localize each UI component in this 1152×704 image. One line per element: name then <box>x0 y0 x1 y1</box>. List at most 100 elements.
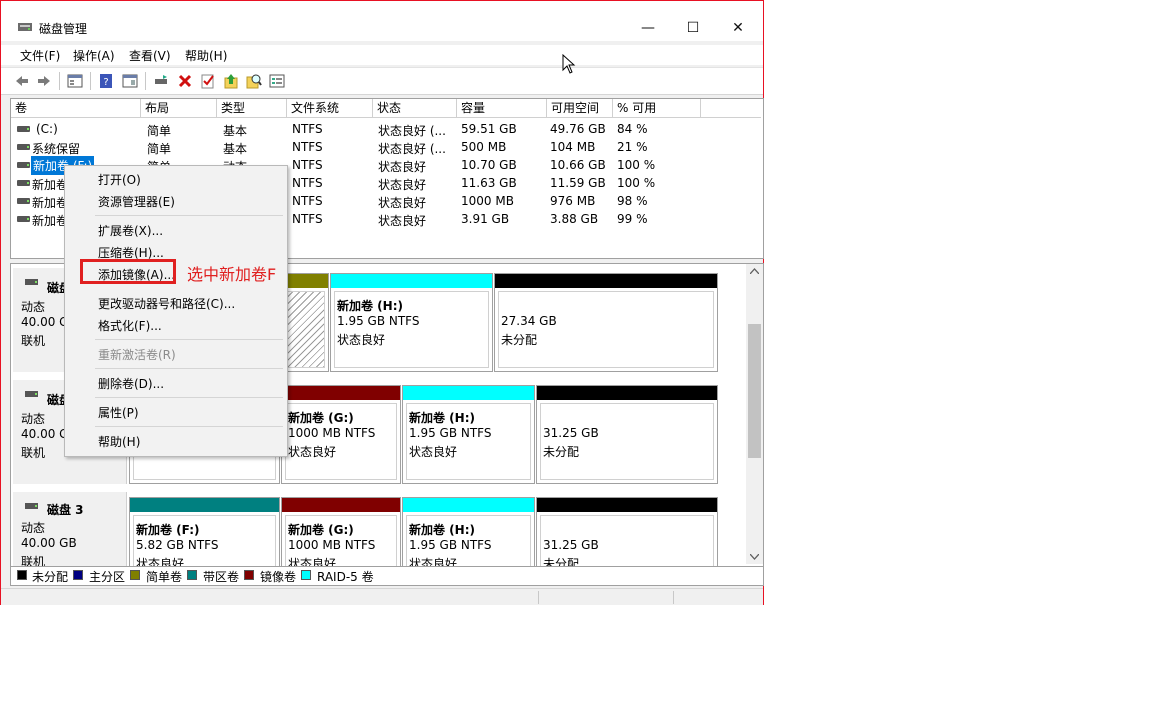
scroll-up-icon[interactable] <box>750 268 759 274</box>
legend-label: 未分配 <box>32 570 69 584</box>
scroll-thumb[interactable] <box>748 324 761 458</box>
partition-raid5-h[interactable]: 新加卷 (H:) 1.95 GB NTFS 状态良好 <box>402 385 535 484</box>
menu-extend-volume[interactable]: 扩展卷(X)... <box>98 222 163 239</box>
partition-mirror-g[interactable]: 新加卷 (G:) 1000 MB NTFS 状态良好 <box>281 385 401 484</box>
mouse-cursor-icon <box>562 54 576 74</box>
cell-volume: (C:) <box>36 122 58 136</box>
col-header-percent-free[interactable]: % 可用 <box>613 99 701 118</box>
menu-change-drive-letter[interactable]: 更改驱动器号和路径(C)... <box>98 295 235 312</box>
partition-name: 新加卷 (H:) <box>409 523 475 537</box>
col-header-free-space[interactable]: 可用空间 <box>547 99 613 118</box>
cell-filesystem: NTFS <box>292 122 323 136</box>
cell-type: 基本 <box>223 124 248 138</box>
menu-file[interactable]: 文件(F) <box>20 47 60 64</box>
menu-help-item[interactable]: 帮助(H) <box>98 433 140 450</box>
col-header-filesystem[interactable]: 文件系统 <box>287 99 373 118</box>
drive-icon <box>17 162 30 168</box>
partition-name: 新加卷 (H:) <box>409 411 475 425</box>
menu-delete-volume[interactable]: 删除卷(D)... <box>98 375 164 392</box>
cell-status: 状态良好 <box>378 214 427 228</box>
table-row[interactable]: 系统保留 简单 基本 NTFS 状态良好 (... 500 MB 104 MB … <box>11 138 761 156</box>
partition-size: 31.25 GB <box>543 426 599 440</box>
legend-swatch <box>73 570 83 580</box>
maximize-button[interactable]: ☐ <box>670 15 716 41</box>
menu-action[interactable]: 操作(A) <box>73 47 115 64</box>
partition-unallocated[interactable]: 31.25 GB 未分配 <box>536 497 718 566</box>
legend-label: 简单卷 <box>146 570 183 584</box>
drive-icon <box>17 216 30 222</box>
cell-volume: 系统保留 <box>32 142 81 156</box>
partition-unallocated[interactable]: 31.25 GB 未分配 <box>536 385 718 484</box>
console-icon[interactable] <box>122 73 138 89</box>
partition-color-bar <box>403 498 534 512</box>
drive-icon <box>17 126 30 132</box>
partition-unallocated[interactable]: 27.34 GB 未分配 <box>494 273 718 372</box>
disk-pane-scrollbar[interactable] <box>746 264 763 564</box>
col-header-type[interactable]: 类型 <box>217 99 287 118</box>
partition-raid5-h[interactable]: 新加卷 (H:) 1.95 GB NTFS 状态良好 <box>402 497 535 566</box>
partition-raid5-h[interactable]: 新加卷 (H:) 1.95 GB NTFS 状态良好 <box>330 273 493 372</box>
help-icon[interactable]: ? <box>98 73 114 89</box>
menu-help[interactable]: 帮助(H) <box>185 47 227 64</box>
search-icon[interactable] <box>246 73 262 89</box>
legend-swatch <box>187 570 197 580</box>
partition-color-bar <box>537 386 717 400</box>
cell-free-space: 976 MB <box>550 194 596 208</box>
disk-status: 联机 <box>21 446 46 460</box>
partition-name: 新加卷 (G:) <box>288 523 354 537</box>
scroll-down-icon[interactable] <box>750 554 759 560</box>
menu-properties[interactable]: 属性(P) <box>98 404 139 421</box>
cell-filesystem: NTFS <box>292 140 323 154</box>
close-button[interactable]: ✕ <box>715 15 761 41</box>
partition-color-bar <box>403 386 534 400</box>
cell-free-space: 49.76 GB <box>550 122 606 136</box>
partition-status: 状态良好 <box>337 333 386 347</box>
col-header-blank <box>701 99 761 118</box>
toolbar: ? <box>1 67 763 95</box>
partition-name: 新加卷 (G:) <box>288 411 354 425</box>
table-row[interactable]: (C:) 简单 基本 NTFS 状态良好 (... 59.51 GB 49.76… <box>11 120 761 138</box>
partition-color-bar <box>331 274 492 288</box>
disk-label[interactable]: 磁盘 3 动态 40.00 GB 联机 <box>13 492 127 566</box>
connect-icon[interactable] <box>153 73 169 89</box>
back-icon[interactable] <box>14 73 30 89</box>
partition-striped-f[interactable]: 新加卷 (F:) 5.82 GB NTFS 状态良好 <box>129 497 280 566</box>
partition-name: 新加卷 (F:) <box>136 523 200 537</box>
menu-view[interactable]: 查看(V) <box>129 47 171 64</box>
delete-icon[interactable] <box>177 73 193 89</box>
cell-free-space: 3.88 GB <box>550 212 599 226</box>
list-icon[interactable] <box>269 73 285 89</box>
partition-mirror-g[interactable]: 新加卷 (G:) 1000 MB NTFS 状态良好 <box>281 497 401 566</box>
minimize-button[interactable]: — <box>625 15 671 41</box>
partition-status: 未分配 <box>543 445 580 459</box>
cell-capacity: 1000 MB <box>461 194 514 208</box>
cell-percent-free: 99 % <box>617 212 648 226</box>
partition-size: 27.34 GB <box>501 314 557 328</box>
cell-percent-free: 98 % <box>617 194 648 208</box>
check-icon[interactable] <box>200 73 216 89</box>
properties-icon[interactable] <box>67 73 83 89</box>
title-bar: 磁盘管理 — ☐ ✕ <box>1 1 763 41</box>
cell-capacity: 10.70 GB <box>461 158 517 172</box>
partition-status: 状态良好 <box>409 445 458 459</box>
drive-icon <box>17 198 30 204</box>
col-header-volume[interactable]: 卷 <box>11 99 141 118</box>
menu-open[interactable]: 打开(O) <box>98 171 141 188</box>
up-icon[interactable] <box>223 73 239 89</box>
cell-percent-free: 100 % <box>617 158 656 172</box>
cell-volume: 新加卷 <box>32 196 69 210</box>
forward-icon[interactable] <box>36 73 52 89</box>
disk-icon <box>25 503 38 509</box>
cell-percent-free: 100 % <box>617 176 656 190</box>
col-header-capacity[interactable]: 容量 <box>457 99 547 118</box>
col-header-status[interactable]: 状态 <box>373 99 457 118</box>
menu-format[interactable]: 格式化(F)... <box>98 317 162 334</box>
partition-size: 31.25 GB <box>543 538 599 552</box>
cell-filesystem: NTFS <box>292 158 323 172</box>
partition-color-bar <box>537 498 717 512</box>
disk-management-icon <box>18 23 32 31</box>
col-header-layout[interactable]: 布局 <box>141 99 217 118</box>
menu-explorer[interactable]: 资源管理器(E) <box>98 193 175 210</box>
cell-status: 状态良好 <box>378 196 427 210</box>
cell-status: 状态良好 (... <box>378 142 446 156</box>
